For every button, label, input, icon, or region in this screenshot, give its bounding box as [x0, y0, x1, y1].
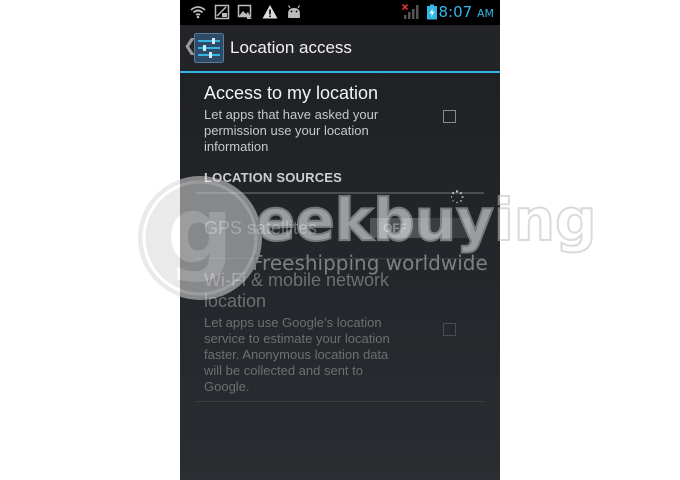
- pref-divider: [196, 258, 484, 259]
- location-settings-icon[interactable]: [194, 33, 224, 63]
- wifi-location-summary-line-3: faster. Anonymous location data: [204, 347, 389, 362]
- wifi-location-checkbox[interactable]: [443, 323, 456, 336]
- no-signal-icon: [402, 4, 419, 19]
- status-bar: 8:07 AM: [180, 0, 500, 25]
- status-clock: 8:07 AM: [439, 3, 494, 23]
- access-location-checkbox[interactable]: [443, 110, 456, 123]
- gps-satellites-title: GPS satellites: [204, 218, 318, 238]
- clock-time: 8:07: [438, 3, 473, 21]
- gps-toggle-track: [420, 218, 470, 238]
- access-location-summary-line-3: information: [204, 139, 269, 154]
- clock-ampm: AM: [476, 7, 494, 20]
- section-divider: [196, 192, 484, 194]
- wifi-icon: [190, 6, 206, 19]
- page-title: Location access: [230, 38, 352, 57]
- wifi-location-title-line-2: location: [204, 291, 267, 311]
- wifi-location-summary-line-5: Google.: [204, 379, 250, 394]
- gps-toggle-switch[interactable]: OFF: [370, 218, 470, 238]
- wifi-location-title-line-1: Wi-Fi & mobile network: [204, 270, 390, 290]
- battery-charging-icon: [427, 4, 437, 20]
- loading-spinner-icon: [450, 190, 464, 204]
- android-icon: [287, 5, 301, 18]
- wifi-location-summary-line-1: Let apps use Google’s location: [204, 315, 382, 330]
- access-location-summary-line-2: permission use your location: [204, 123, 369, 138]
- screenshot-icon: [214, 4, 230, 20]
- warning-icon: [262, 5, 278, 19]
- gallery-icon: [237, 4, 252, 19]
- pref-divider: [196, 401, 484, 402]
- access-location-title: Access to my location: [204, 83, 379, 103]
- wifi-location-summary-line-4: will be collected and sent to: [204, 363, 363, 378]
- gps-toggle-label: OFF: [370, 218, 420, 238]
- action-bar: ❮ Location access: [180, 25, 500, 73]
- access-location-summary-line-1: Let apps that have asked your: [204, 107, 379, 122]
- wifi-location-summary-line-2: service to estimate your location: [204, 331, 390, 346]
- phone-screen: 8:07 AM ❮ Location access Access to my l…: [180, 0, 500, 480]
- location-sources-header: LOCATION SOURCES: [204, 170, 343, 185]
